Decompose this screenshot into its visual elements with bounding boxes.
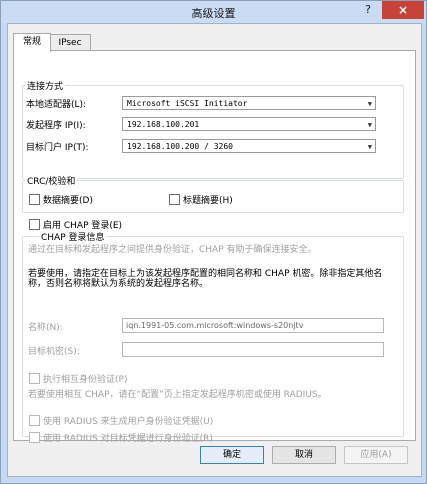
advanced-settings-dialog: 高级设置 ? × 常规 IPsec 连接方式 本地适配器(L): Microso… <box>0 0 427 484</box>
radius-target-label: 使用 RADIUS 对目标凭据进行身份验证(R) <box>43 434 213 444</box>
chap-name-label: 名称(N): <box>28 323 63 333</box>
crc-group-title: CRC/校验和 <box>25 174 78 187</box>
mutual-auth-checkbox[interactable] <box>29 373 40 384</box>
mutual-auth-description: 若要使用相互 CHAP，请在“配置”页上指定发起程序机密或使用 RADIUS。 <box>28 390 327 400</box>
tab-ipsec[interactable]: IPsec <box>49 34 91 51</box>
chevron-down-icon: ▼ <box>367 121 372 129</box>
initiator-ip-label: 发起程序 IP(I): <box>26 121 86 131</box>
mutual-auth-label: 执行相互身份验证(P) <box>43 375 128 385</box>
local-adapter-value: Microsoft iSCSI Initiator <box>127 99 248 108</box>
target-portal-ip-value: 192.168.100.200 / 3260 <box>127 142 233 151</box>
title-bar[interactable]: 高级设置 ? × <box>1 1 426 23</box>
chevron-down-icon: ▼ <box>367 143 372 151</box>
chap-info-group <box>22 236 404 437</box>
target-portal-ip-select[interactable]: 192.168.100.200 / 3260 ▼ <box>122 139 376 153</box>
target-portal-ip-label: 目标门户 IP(T): <box>26 143 89 153</box>
ok-button[interactable]: 确定 <box>200 446 264 464</box>
tab-panel-general: 连接方式 本地适配器(L): Microsoft iSCSI Initiator… <box>13 50 416 444</box>
connection-group-title: 连接方式 <box>25 79 66 92</box>
target-secret-label: 目标机密(S): <box>28 347 80 357</box>
header-digest-label: 标题摘要(H) <box>183 196 233 206</box>
chap-instructions: 若要使用，请指定在目标上为该发起程序配置的相同名称和 CHAP 机密。除非指定其… <box>28 269 383 289</box>
apply-button[interactable]: 应用(A) <box>344 446 408 464</box>
initiator-ip-value: 192.168.100.201 <box>127 120 200 129</box>
enable-chap-checkbox[interactable] <box>29 219 40 230</box>
local-adapter-select[interactable]: Microsoft iSCSI Initiator ▼ <box>122 96 376 110</box>
initiator-ip-select[interactable]: 192.168.100.201 ▼ <box>122 117 376 131</box>
local-adapter-label: 本地适配器(L): <box>26 100 87 110</box>
chevron-down-icon: ▼ <box>367 100 372 108</box>
header-digest-checkbox[interactable] <box>169 194 180 205</box>
tab-general[interactable]: 常规 <box>13 33 51 52</box>
data-digest-label: 数据摘要(D) <box>43 196 93 206</box>
data-digest-checkbox[interactable] <box>29 194 40 205</box>
target-secret-input[interactable] <box>122 342 384 357</box>
chap-description: 通过在目标和发起程序之间提供身份验证，CHAP 有助于确保连接安全。 <box>28 245 317 255</box>
radius-user-checkbox[interactable] <box>29 415 40 426</box>
radius-user-label: 使用 RADIUS 来生成用户身份验证凭据(U) <box>43 417 214 427</box>
close-button[interactable]: × <box>382 1 424 19</box>
chap-name-input[interactable]: iqn.1991-05.com.microsoft:windows-s20njt… <box>122 318 384 333</box>
dialog-body: 常规 IPsec 连接方式 本地适配器(L): Microsoft iSCSI … <box>7 23 422 477</box>
help-button[interactable]: ? <box>354 1 382 19</box>
radius-target-checkbox[interactable] <box>29 432 40 443</box>
cancel-button[interactable]: 取消 <box>272 446 336 464</box>
